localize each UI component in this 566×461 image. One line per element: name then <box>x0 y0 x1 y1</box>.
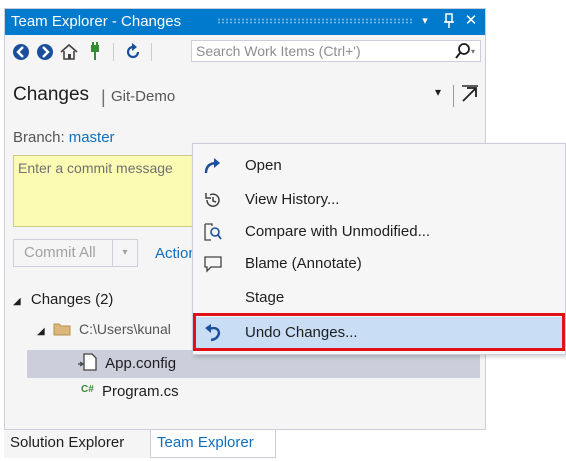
menu-item-label: Stage <box>245 289 285 306</box>
compare-icon <box>203 222 223 242</box>
tab-team-explorer[interactable]: Team Explorer <box>150 430 276 458</box>
menu-item-label: Blame (Annotate) <box>245 255 362 272</box>
navigate-out-icon[interactable] <box>461 85 479 103</box>
close-icon[interactable]: ✕ <box>463 11 479 31</box>
menu-item-blame[interactable]: Blame (Annotate) <box>193 248 565 280</box>
forward-icon[interactable] <box>35 42 55 62</box>
window-title: Team Explorer - Changes <box>11 13 182 30</box>
expand-arrow-icon[interactable]: ◢ <box>13 296 21 307</box>
commit-dropdown-icon[interactable]: ▾ <box>112 239 138 267</box>
tab-solution-explorer[interactable]: Solution Explorer <box>4 430 150 458</box>
commit-message-box[interactable] <box>13 155 203 227</box>
expand-arrow-icon[interactable]: ◢ <box>37 326 45 337</box>
window-menu-dropdown-icon[interactable]: ▾ <box>417 11 433 31</box>
branch-info: Branch: master <box>13 129 115 146</box>
refresh-icon[interactable] <box>123 42 143 62</box>
title-bar-grip[interactable] <box>217 18 413 24</box>
changes-group-row[interactable]: ◢ Changes (2) <box>13 291 113 317</box>
file-row-app-config[interactable]: App.config <box>77 353 176 379</box>
home-icon[interactable] <box>59 42 79 62</box>
changes-group-label: Changes (2) <box>30 291 114 308</box>
pin-icon[interactable] <box>441 11 457 35</box>
menu-item-label: Compare with Unmodified... <box>245 223 431 240</box>
search-icon[interactable]: ▾ <box>454 42 475 60</box>
menu-item-label: Open <box>245 157 282 174</box>
file-name: App.config <box>105 355 177 372</box>
folder-path: C:\Users\kunal <box>79 321 171 337</box>
branch-label: Branch: <box>13 129 65 146</box>
page-header: Changes | Git-Demo ▾ <box>5 79 485 115</box>
file-row-program-cs[interactable]: C# Program.cs <box>81 383 179 409</box>
header-vertical-separator <box>453 85 454 107</box>
menu-item-label: View History... <box>245 191 340 208</box>
branch-link[interactable]: master <box>69 129 115 146</box>
commit-all-button[interactable]: Commit All <box>13 239 113 267</box>
search-input[interactable] <box>196 42 446 60</box>
blame-comment-icon <box>203 254 223 274</box>
svg-text:▾: ▾ <box>471 47 475 56</box>
folder-icon <box>53 322 71 340</box>
header-separator: | <box>101 87 106 107</box>
menu-item-compare-unmodified[interactable]: Compare with Unmodified... <box>193 216 565 248</box>
page-title: Changes <box>13 84 90 105</box>
menu-item-view-history[interactable]: View History... <box>193 184 565 216</box>
config-file-icon <box>77 353 97 375</box>
repository-name: Git-Demo <box>111 88 176 105</box>
back-icon[interactable] <box>11 42 31 62</box>
menu-item-open[interactable]: Open <box>193 150 565 182</box>
title-bar: Team Explorer - Changes ▾ ✕ <box>5 9 485 35</box>
page-dropdown-icon[interactable]: ▾ <box>435 85 441 99</box>
commit-message-input[interactable] <box>18 160 198 220</box>
history-icon <box>203 190 223 210</box>
file-name: Program.cs <box>101 383 179 400</box>
menu-item-stage[interactable]: Stage <box>193 282 565 314</box>
toolbar-separator <box>151 43 152 61</box>
search-work-items[interactable]: ▾ <box>191 40 481 62</box>
toolbar-separator <box>113 43 114 61</box>
connect-icon[interactable] <box>85 42 105 62</box>
callout-highlight-box <box>193 313 565 351</box>
open-arrow-icon <box>203 156 223 176</box>
csharp-file-icon: C# <box>81 384 94 395</box>
toolbar: ▾ <box>5 37 485 67</box>
folder-row[interactable]: ◢ C:\Users\kunal <box>37 321 171 347</box>
